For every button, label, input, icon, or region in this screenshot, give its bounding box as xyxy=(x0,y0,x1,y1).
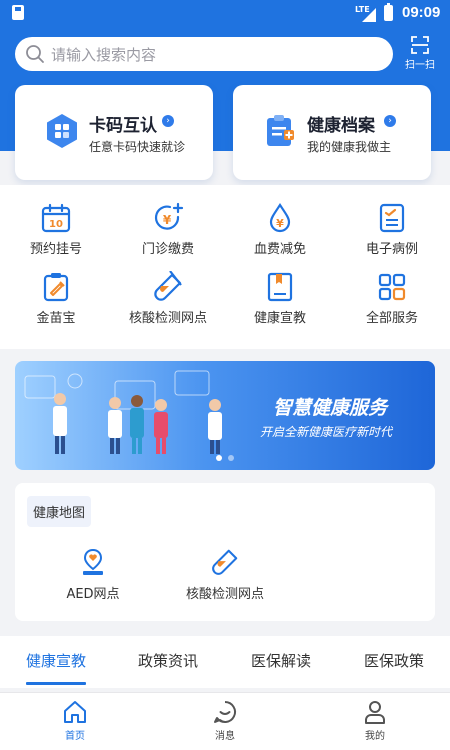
user-icon xyxy=(365,701,385,724)
vaccine-icon xyxy=(43,273,69,302)
card-health-record[interactable]: 健康档案 › 我的健康我做主 xyxy=(233,85,431,180)
service-vaccine[interactable]: 金苗宝 xyxy=(0,271,112,326)
signal-icon xyxy=(362,8,376,22)
service-medical-record[interactable]: 电子病例 xyxy=(336,202,448,257)
nav-messages[interactable]: 消息 xyxy=(195,699,255,742)
tab-health-education[interactable]: 健康宣教 xyxy=(26,650,86,671)
service-label: 全部服务 xyxy=(365,311,418,326)
chevron-right-icon: › xyxy=(384,115,396,127)
card-code-recognition[interactable]: 卡码互认 › 任意卡码快速就诊 xyxy=(15,85,213,180)
health-record-icon xyxy=(267,115,294,146)
home-icon xyxy=(64,701,86,723)
service-health-education[interactable]: 健康宣教 xyxy=(224,271,336,326)
book-icon xyxy=(267,272,293,302)
search-bar[interactable]: 请输入搜索内容 xyxy=(15,37,393,71)
map-item-label: AED网点 xyxy=(66,587,120,602)
medical-staff-illustration xyxy=(24,370,222,454)
nav-label: 首页 xyxy=(65,731,85,742)
content-tabs: 健康宣教 政策资讯 医保解读 医保政策 xyxy=(0,636,450,688)
status-bar: LTE 09:09 xyxy=(0,0,450,26)
sd-card-icon xyxy=(12,5,24,20)
medical-record-icon xyxy=(379,203,405,233)
service-label: 健康宣教 xyxy=(253,311,306,326)
tab-insurance-policy[interactable]: 医保政策 xyxy=(364,650,424,671)
health-map-card: 健康地图 AED网点 核酸检测网点 xyxy=(15,483,435,621)
service-nucleic-test[interactable]: 核酸检测网点 xyxy=(112,271,224,326)
payment-icon: ¥ xyxy=(154,202,184,230)
service-payment[interactable]: ¥ 门诊缴费 xyxy=(112,202,224,257)
service-label: 核酸检测网点 xyxy=(128,311,207,326)
service-label: 血费减免 xyxy=(253,242,306,257)
tab-policy-news[interactable]: 政策资讯 xyxy=(138,650,198,671)
promo-banner[interactable]: 智慧健康服务 开启全新健康医疗新时代 xyxy=(15,361,435,470)
carousel-dot[interactable] xyxy=(228,455,234,461)
scan-icon xyxy=(411,36,429,54)
search-icon xyxy=(26,45,44,63)
banner-title: 智慧健康服务 xyxy=(273,397,388,419)
clock: 09:09 xyxy=(402,4,441,21)
nav-label: 消息 xyxy=(215,731,235,742)
map-item-nucleic-test[interactable]: 核酸检测网点 xyxy=(165,547,285,602)
test-tube-icon xyxy=(154,271,182,301)
service-blood-fee[interactable]: ¥ 血费减免 xyxy=(224,202,336,257)
active-tab-indicator xyxy=(26,682,86,685)
service-label: 电子病例 xyxy=(365,242,418,257)
service-label: 预约挂号 xyxy=(29,242,82,257)
message-icon xyxy=(214,701,236,723)
battery-icon xyxy=(384,3,393,21)
bottom-navigation: 首页 消息 我的 xyxy=(0,692,450,750)
carousel-dot-active[interactable] xyxy=(216,455,222,461)
svg-text:¥: ¥ xyxy=(276,217,284,230)
svg-text:10: 10 xyxy=(49,219,63,230)
service-all[interactable]: 全部服务 xyxy=(336,271,448,326)
services-grid: 10 预约挂号 ¥ 门诊缴费 ¥ 血费减免 电子病例 金苗宝 核酸检测网点 健康… xyxy=(0,185,450,349)
test-tube-icon xyxy=(212,549,238,575)
svg-text:¥: ¥ xyxy=(163,213,172,227)
aed-location-icon xyxy=(83,548,103,575)
banner-subtitle: 开启全新健康医疗新时代 xyxy=(260,425,393,439)
card-title: 卡码互认 xyxy=(89,116,157,136)
calendar-icon: 10 xyxy=(41,203,71,233)
card-subtitle: 任意卡码快速就诊 xyxy=(89,140,186,154)
scan-label: 扫一扫 xyxy=(405,60,435,71)
card-title: 健康档案 xyxy=(307,116,375,136)
service-appointment[interactable]: 10 预约挂号 xyxy=(0,202,112,257)
map-item-label: 核酸检测网点 xyxy=(185,587,264,602)
card-grid-icon xyxy=(47,114,77,148)
nav-label: 我的 xyxy=(365,731,385,742)
map-item-aed[interactable]: AED网点 xyxy=(33,547,153,602)
nav-home[interactable]: 首页 xyxy=(45,699,105,742)
search-placeholder: 请输入搜索内容 xyxy=(51,46,157,64)
grid-icon xyxy=(378,273,406,301)
scan-button[interactable]: 扫一扫 xyxy=(399,34,441,74)
blood-drop-icon: ¥ xyxy=(269,203,291,233)
service-label: 门诊缴费 xyxy=(141,242,194,257)
card-subtitle: 我的健康我做主 xyxy=(307,140,392,154)
service-label: 金苗宝 xyxy=(36,311,76,326)
chevron-right-icon: › xyxy=(162,115,174,127)
health-map-title: 健康地图 xyxy=(27,496,92,527)
tab-insurance-interpretation[interactable]: 医保解读 xyxy=(251,650,311,671)
nav-profile[interactable]: 我的 xyxy=(345,699,405,742)
